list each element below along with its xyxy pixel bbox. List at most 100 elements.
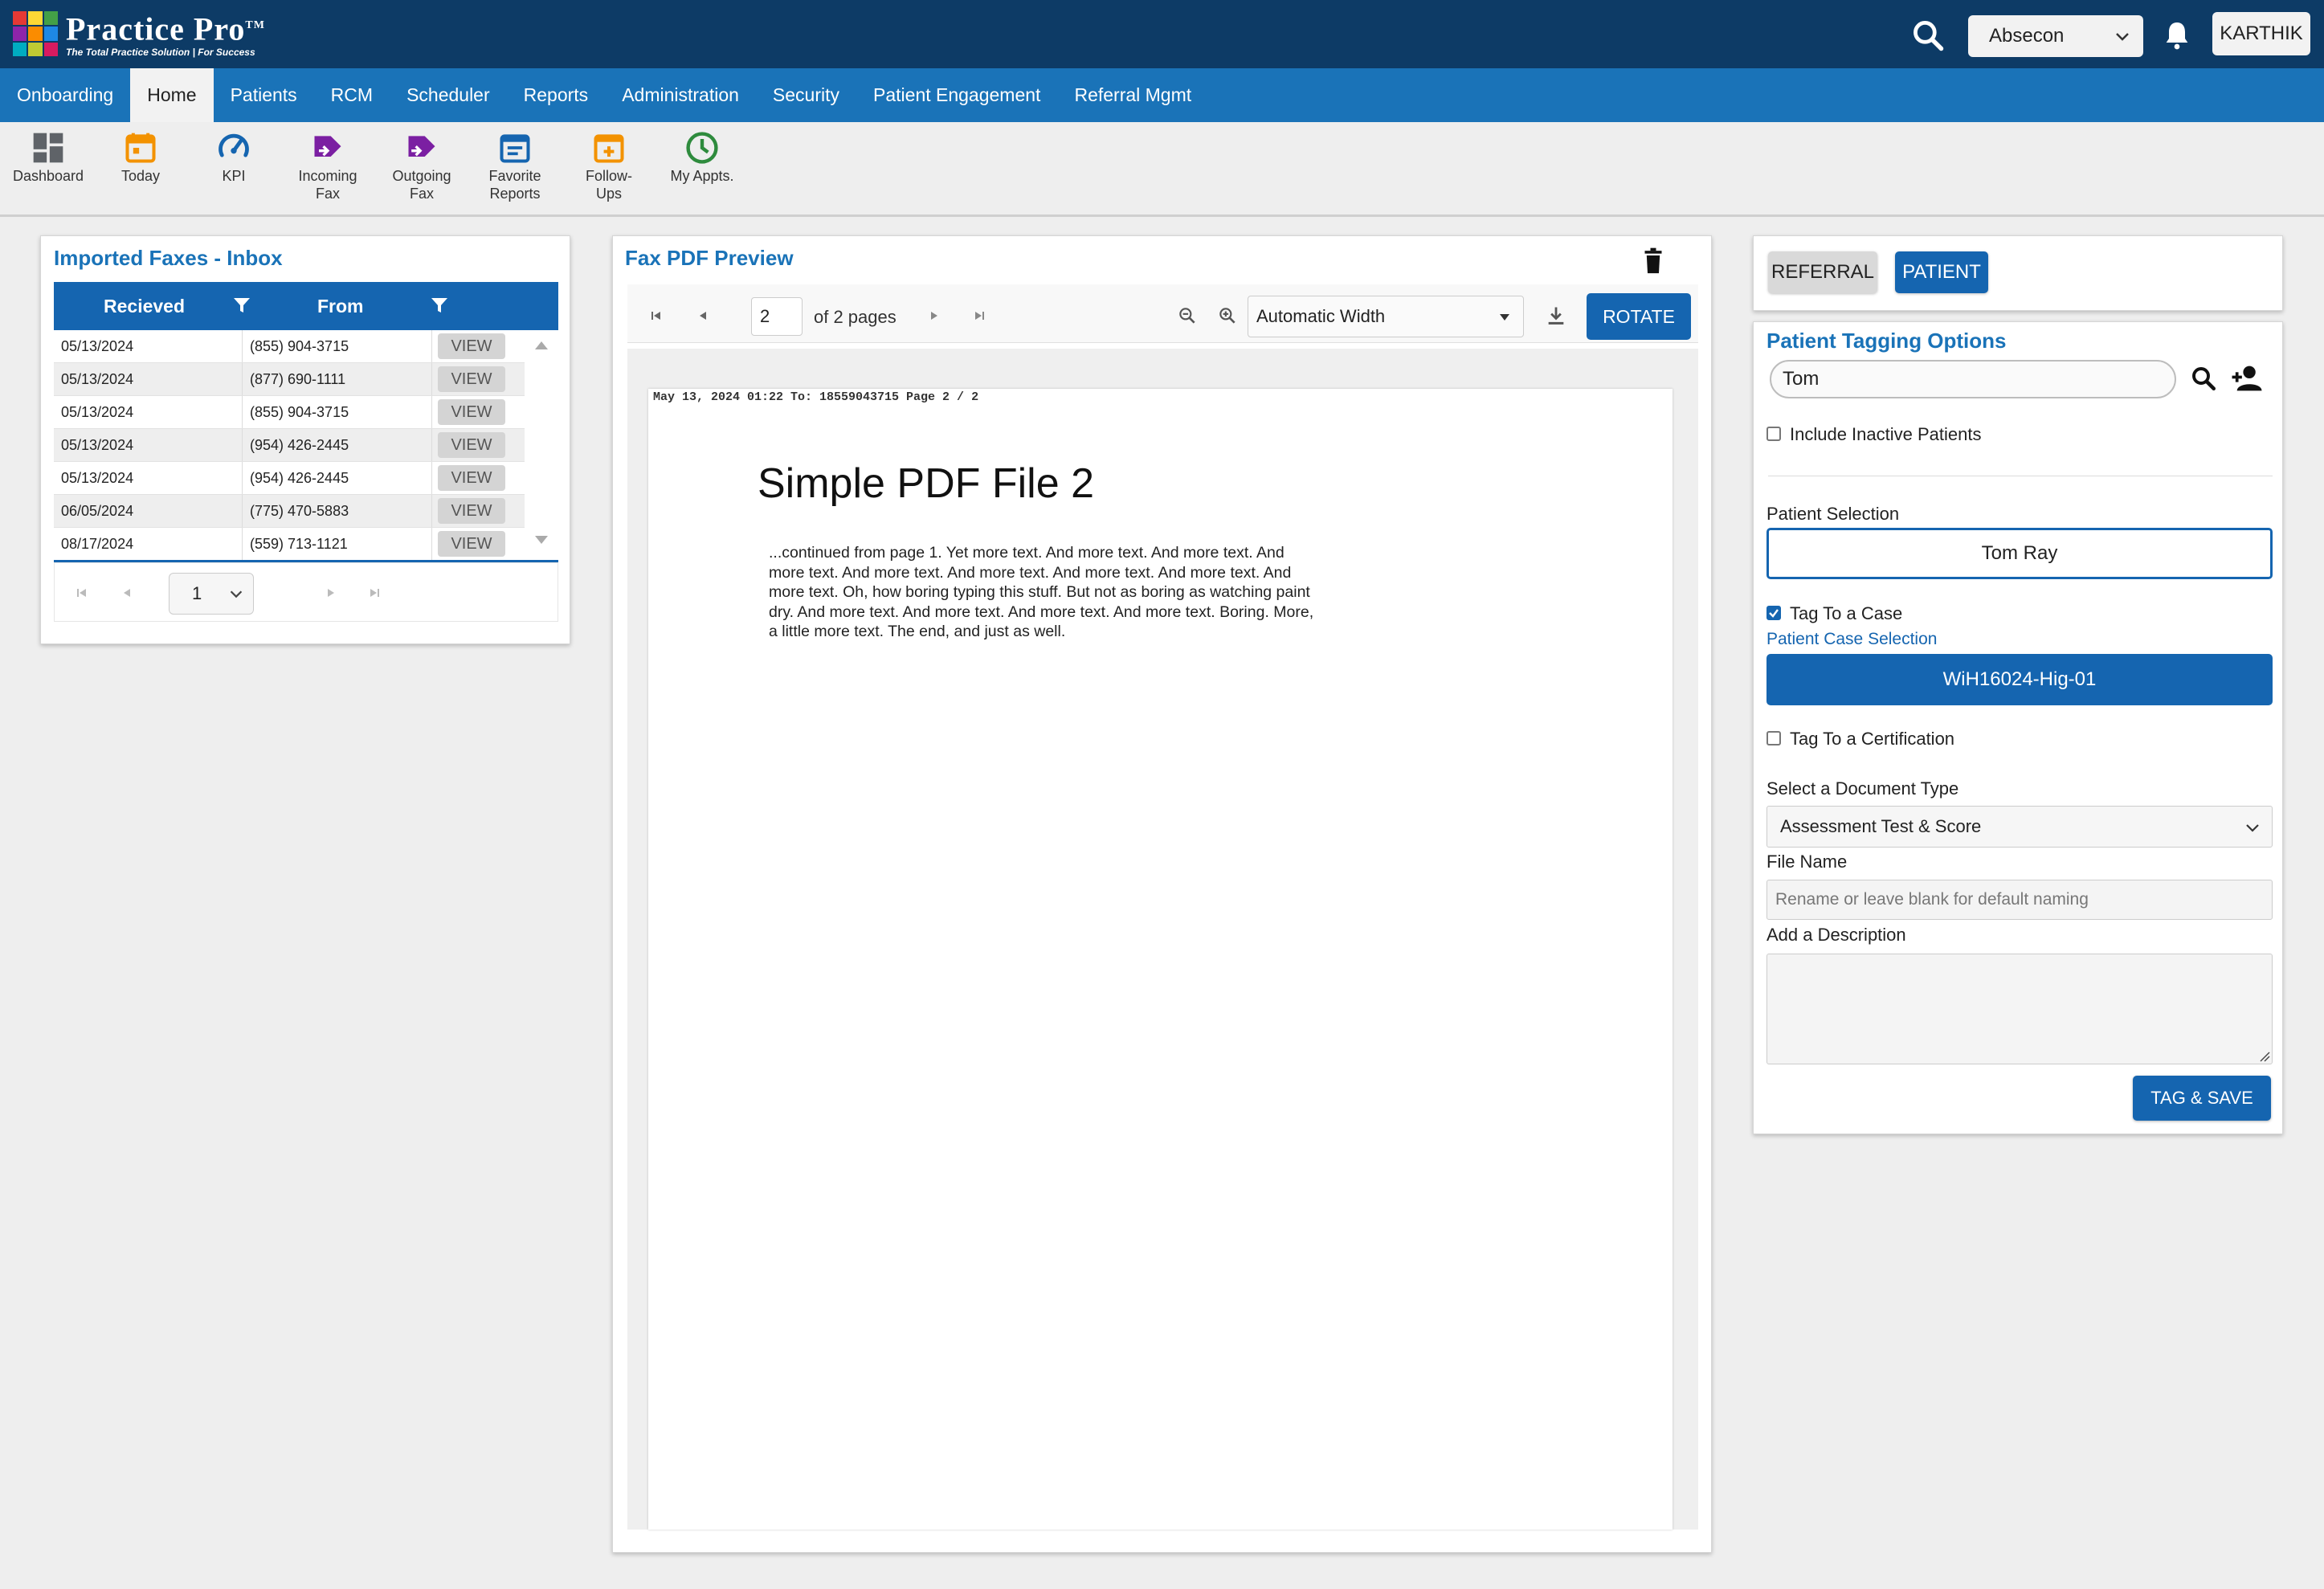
document-type-select[interactable]: Assessment Test & Score [1766,806,2273,848]
table-row[interactable]: 05/13/2024 (855) 904-3715 VIEW [54,396,525,429]
rotate-button[interactable]: ROTATE [1587,293,1691,340]
nav-patients[interactable]: Patients [214,68,314,122]
view-button[interactable]: VIEW [438,366,505,392]
patient-tagging-panel: Patient Tagging Options Tom Include Inac… [1753,321,2283,1134]
page-count-label: of 2 pages [814,307,897,327]
nav-reports[interactable]: Reports [507,68,606,122]
col-from-header[interactable]: From [317,296,364,317]
search-icon[interactable] [1910,18,1946,53]
table-row[interactable]: 05/13/2024 (855) 904-3715 VIEW [54,330,525,363]
case-selection-button[interactable]: WiH16024-Hig-01 [1766,654,2273,705]
zoom-select[interactable]: Automatic Width [1248,296,1524,337]
row-from: (855) 904-3715 [250,404,349,420]
nav-administration[interactable]: Administration [605,68,756,122]
patient-search-input[interactable]: Tom [1770,360,2176,398]
tag-to-certification-checkbox[interactable] [1766,731,1781,745]
view-button[interactable]: VIEW [438,465,505,491]
filter-icon[interactable] [232,295,251,316]
document-type-label: Select a Document Type [1766,778,1959,799]
tool-my-appts[interactable]: My Appts. [656,130,749,185]
tool-follow-ups-label-1: Follow- [585,168,632,184]
tag-and-save-button[interactable]: TAG & SAVE [2133,1076,2271,1121]
referral-tab-button[interactable]: REFERRAL [1768,251,1877,293]
scroll-up-icon[interactable] [534,340,549,351]
tool-incoming-fax-label-2: Fax [315,186,340,202]
row-date: 06/05/2024 [61,503,134,519]
view-button[interactable]: VIEW [438,531,505,557]
add-patient-icon[interactable] [2231,363,2263,394]
table-row[interactable]: 08/17/2024 (559) 713-1121 VIEW [54,528,525,561]
inbox-rows: 05/13/2024 (855) 904-3715 VIEW 05/13/2024 (… [54,330,525,561]
first-page-icon[interactable] [650,309,663,322]
prev-page-icon[interactable] [696,309,709,322]
download-icon[interactable] [1545,304,1567,328]
description-textarea[interactable] [1766,954,2273,1064]
table-row[interactable]: 05/13/2024 (954) 426-2445 VIEW [54,462,525,495]
zoom-value: Automatic Width [1256,306,1386,326]
table-row[interactable]: 06/05/2024 (775) 470-5883 VIEW [54,495,525,528]
trash-icon[interactable] [1642,247,1664,275]
view-button[interactable]: VIEW [438,399,505,425]
tag-to-case-checkbox[interactable] [1766,606,1781,620]
next-page-icon[interactable] [928,309,941,322]
tool-follow-ups[interactable]: Follow- Ups [562,130,656,202]
zoom-out-icon[interactable] [1177,305,1198,326]
tool-favorite-reports[interactable]: Favorite Reports [468,130,562,202]
pdf-page: May 13, 2024 01:22 To: 18559043715 Page … [648,389,1673,1530]
next-page-icon[interactable] [325,586,337,599]
file-name-input[interactable]: Rename or leave blank for default naming [1766,880,2273,920]
nav-referral-mgmt[interactable]: Referral Mgmt [1057,68,1208,122]
tool-incoming-fax[interactable]: Incoming Fax [281,130,374,202]
search-icon[interactable] [2189,364,2218,393]
tagging-title: Patient Tagging Options [1766,329,2007,353]
tool-follow-ups-label-2: Ups [595,186,622,202]
col-received-header[interactable]: Recieved [104,296,185,317]
nav-scheduler[interactable]: Scheduler [390,68,507,122]
last-page-icon[interactable] [368,586,381,599]
nav-rcm[interactable]: RCM [314,68,390,122]
location-select[interactable]: Absecon [1968,15,2143,57]
prev-page-icon[interactable] [120,586,133,599]
practice-pro-logo[interactable]: Practice ProTM The Total Practice Soluti… [13,10,265,58]
view-button[interactable]: VIEW [438,432,505,458]
tool-favorite-reports-label-1: Favorite [488,168,541,184]
incoming-fax-icon [314,136,341,157]
patient-search-value: Tom [1783,368,1820,390]
view-button[interactable]: VIEW [438,333,505,359]
filter-icon[interactable] [430,295,449,316]
nav-home[interactable]: Home [130,68,214,122]
patient-selection-button[interactable]: Tom Ray [1766,528,2273,579]
page-select[interactable]: 1 [169,573,254,615]
user-menu-button[interactable]: KARTHIK [2212,12,2310,55]
row-from: (954) 426-2445 [250,437,349,453]
fax-preview-panel: Fax PDF Preview 2 of 2 pages Automatic W… [612,235,1712,1553]
tool-kpi[interactable]: KPI [187,130,280,185]
scroll-down-icon[interactable] [534,534,549,545]
page-number-input[interactable]: 2 [751,297,803,336]
tool-today[interactable]: Today [94,130,187,185]
last-page-icon[interactable] [973,309,986,322]
first-page-icon[interactable] [76,586,88,599]
tag-to-case-label: Tag To a Case [1790,603,1903,623]
patient-tab-button[interactable]: PATIENT [1895,251,1988,293]
nav-security[interactable]: Security [756,68,856,122]
include-inactive-label: Include Inactive Patients [1790,424,1982,444]
inbox-table-header: Recieved From [54,282,558,330]
notification-bell-icon[interactable] [2161,16,2193,53]
tool-outgoing-fax[interactable]: Outgoing Fax [375,130,468,202]
resize-handle-icon[interactable] [2257,1049,2270,1062]
tool-kpi-label: KPI [222,168,246,184]
include-inactive-checkbox[interactable] [1766,427,1781,441]
view-button[interactable]: VIEW [438,498,505,524]
zoom-in-icon[interactable] [1217,305,1238,326]
page-select-value: 1 [192,583,202,603]
pdf-viewer[interactable]: May 13, 2024 01:22 To: 18559043715 Page … [627,349,1698,1530]
nav-onboarding[interactable]: Onboarding [0,68,130,122]
table-row[interactable]: 05/13/2024 (877) 690-1111 VIEW [54,363,525,396]
nav-patient-engagement[interactable]: Patient Engagement [856,68,1057,122]
inbox-scrollbar[interactable] [525,330,558,555]
table-row[interactable]: 05/13/2024 (954) 426-2445 VIEW [54,429,525,462]
calendar-add-icon [594,134,624,163]
row-date: 08/17/2024 [61,536,134,552]
tool-dashboard[interactable]: Dashboard [2,130,95,185]
